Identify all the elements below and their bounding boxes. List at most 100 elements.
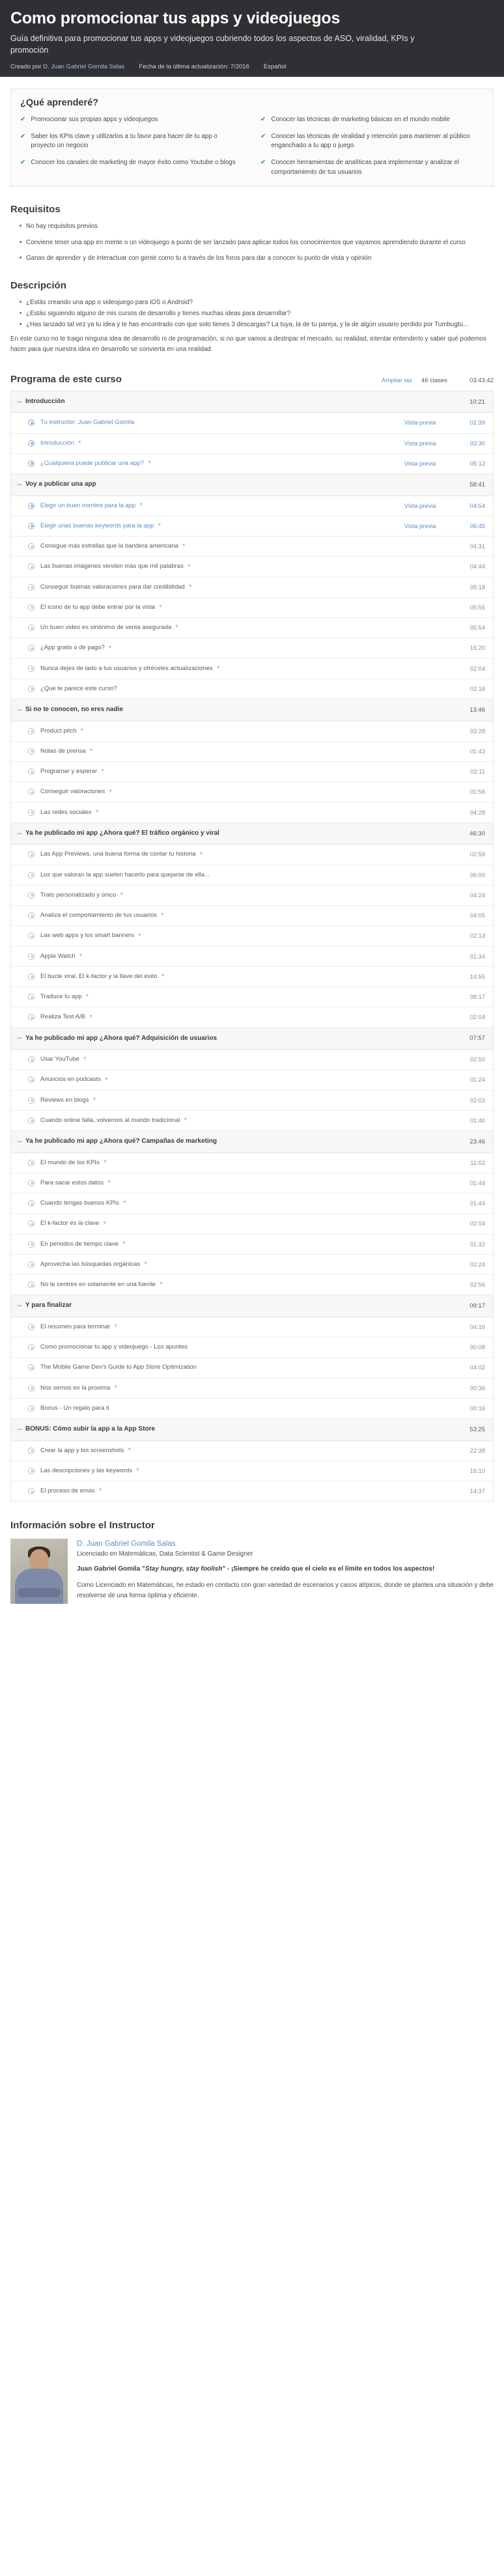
- curriculum-section-row[interactable]: – Ya he publicado mi app ¿Ahora qué? Camp…: [11, 1131, 493, 1153]
- preview-link[interactable]: Vista previa: [404, 419, 459, 426]
- chevron-down-icon[interactable]: ▼: [100, 768, 105, 775]
- play-circle-icon[interactable]: [28, 871, 35, 878]
- play-circle-icon[interactable]: [28, 1261, 35, 1268]
- play-circle-icon[interactable]: [28, 809, 35, 816]
- chevron-down-icon[interactable]: ▼: [98, 1487, 102, 1494]
- chevron-down-icon[interactable]: ▼: [92, 1097, 96, 1104]
- curriculum-lecture-row[interactable]: Trato personalizado y único ▼ 04:24: [11, 885, 493, 906]
- play-circle-icon[interactable]: [28, 1384, 35, 1392]
- curriculum-lecture-row[interactable]: Crear la app y los screenshots ▼ 22:38: [11, 1440, 493, 1461]
- curriculum-lecture-row[interactable]: Introducción ▼ Vista previa 03:30: [11, 433, 493, 454]
- chevron-down-icon[interactable]: ▼: [85, 993, 90, 1000]
- play-circle-icon[interactable]: [28, 1076, 35, 1084]
- play-circle-icon[interactable]: [28, 645, 35, 652]
- play-circle-icon[interactable]: [28, 1014, 35, 1021]
- chevron-down-icon[interactable]: ▼: [95, 809, 100, 816]
- curriculum-lecture-row[interactable]: ¿App gratis o de pago? ▼ 16:20: [11, 638, 493, 659]
- play-circle-icon[interactable]: [28, 665, 35, 672]
- play-circle-icon[interactable]: [28, 1179, 35, 1186]
- curriculum-lecture-row[interactable]: Anuncios en podcasts ▼ 01:24: [11, 1070, 493, 1091]
- chevron-down-icon[interactable]: ▼: [77, 440, 82, 447]
- curriculum-lecture-row[interactable]: Programar y esperar ▼ 02:11: [11, 762, 493, 783]
- play-circle-icon[interactable]: [28, 502, 35, 509]
- collapse-minus-icon[interactable]: –: [18, 1035, 25, 1042]
- chevron-down-icon[interactable]: ▼: [199, 851, 204, 858]
- curriculum-lecture-row[interactable]: El proceso de envio ▼ 14:37: [11, 1481, 493, 1502]
- chevron-down-icon[interactable]: ▼: [187, 563, 191, 570]
- chevron-down-icon[interactable]: ▼: [89, 748, 94, 755]
- play-circle-icon[interactable]: [28, 1220, 35, 1227]
- chevron-down-icon[interactable]: ▼: [108, 645, 113, 652]
- collapse-minus-icon[interactable]: –: [18, 481, 25, 488]
- chevron-down-icon[interactable]: ▼: [122, 1199, 127, 1207]
- play-circle-icon[interactable]: [28, 768, 35, 776]
- curriculum-lecture-row[interactable]: No te centres en solamente en una fuente…: [11, 1275, 493, 1296]
- play-circle-icon[interactable]: [28, 1447, 35, 1454]
- chevron-down-icon[interactable]: ▼: [157, 522, 161, 529]
- play-circle-icon[interactable]: [28, 912, 35, 919]
- curriculum-lecture-row[interactable]: Conseguir valoraciones ▼ 01:56: [11, 782, 493, 803]
- chevron-down-icon[interactable]: ▼: [79, 953, 83, 960]
- play-circle-icon[interactable]: [28, 1200, 35, 1207]
- play-circle-icon[interactable]: [28, 543, 35, 550]
- author-link[interactable]: D. Juan Gabriel Gomila Salas: [43, 63, 124, 70]
- play-circle-icon[interactable]: [28, 604, 35, 611]
- chevron-down-icon[interactable]: ▼: [147, 460, 152, 467]
- play-circle-icon[interactable]: [28, 440, 35, 447]
- collapse-minus-icon[interactable]: –: [18, 1302, 25, 1309]
- chevron-down-icon[interactable]: ▼: [139, 502, 143, 509]
- curriculum-lecture-row[interactable]: Usar YouTube ▼ 02:50: [11, 1050, 493, 1071]
- curriculum-lecture-row[interactable]: Las buenas imágenes venden más que mil p…: [11, 557, 493, 578]
- play-circle-icon[interactable]: [28, 1323, 35, 1330]
- curriculum-lecture-row[interactable]: Realiza Test A/B ▼ 02:04: [11, 1007, 493, 1028]
- collapse-minus-icon[interactable]: –: [18, 830, 25, 837]
- expand-all-link[interactable]: Ampliar las: [382, 377, 412, 384]
- collapse-minus-icon[interactable]: –: [18, 398, 25, 406]
- chevron-down-icon[interactable]: ▼: [79, 727, 84, 735]
- curriculum-lecture-row[interactable]: Como promocionar tu app y videojuego - L…: [11, 1337, 493, 1358]
- play-circle-icon[interactable]: [28, 583, 35, 591]
- play-circle-icon[interactable]: [28, 1056, 35, 1063]
- collapse-minus-icon[interactable]: –: [18, 1138, 25, 1145]
- chevron-down-icon[interactable]: ▼: [122, 1240, 126, 1248]
- play-circle-icon[interactable]: [28, 932, 35, 940]
- chevron-down-icon[interactable]: ▼: [102, 1220, 107, 1227]
- curriculum-lecture-row[interactable]: El k-factor es la clave ▼ 02:04: [11, 1214, 493, 1235]
- curriculum-lecture-row[interactable]: Conseguir buenas valoraciones para dar c…: [11, 577, 493, 598]
- collapse-minus-icon[interactable]: –: [18, 706, 25, 714]
- chevron-down-icon[interactable]: ▼: [161, 973, 165, 980]
- play-circle-icon[interactable]: [28, 419, 35, 427]
- curriculum-lecture-row[interactable]: Tu instructor: Juan Gabriel Gomila Vista …: [11, 413, 493, 434]
- curriculum-lecture-row[interactable]: Consigue más estrellas que la bandera am…: [11, 537, 493, 557]
- curriculum-lecture-row[interactable]: Para sacar estos datos ▼ 01:44: [11, 1173, 493, 1194]
- curriculum-lecture-row[interactable]: Elegir unas buenas keywords para la app ▼…: [11, 516, 493, 537]
- play-circle-icon[interactable]: [28, 748, 35, 755]
- chevron-down-icon[interactable]: ▼: [188, 583, 193, 591]
- play-circle-icon[interactable]: [28, 1405, 35, 1412]
- curriculum-lecture-row[interactable]: Nos vemos en la proxima ▼ 00:36: [11, 1378, 493, 1399]
- play-circle-icon[interactable]: [28, 1159, 35, 1166]
- chevron-down-icon[interactable]: ▼: [108, 789, 113, 796]
- play-circle-icon[interactable]: [28, 973, 35, 980]
- chevron-down-icon[interactable]: ▼: [182, 542, 186, 550]
- chevron-down-icon[interactable]: ▼: [103, 1159, 107, 1166]
- play-circle-icon[interactable]: [28, 727, 35, 735]
- curriculum-lecture-row[interactable]: Analiza el comportamiento de tus usuario…: [11, 906, 493, 927]
- chevron-down-icon[interactable]: ▼: [127, 1447, 132, 1454]
- play-circle-icon[interactable]: [28, 1488, 35, 1495]
- curriculum-lecture-row[interactable]: En periodos de tiempo clave ▼ 01:32: [11, 1234, 493, 1255]
- preview-link[interactable]: Vista previa: [404, 503, 459, 509]
- play-circle-icon[interactable]: [28, 1097, 35, 1104]
- play-circle-icon[interactable]: [28, 891, 35, 899]
- curriculum-lecture-row[interactable]: El resumen para terminar ▼ 04:16: [11, 1317, 493, 1338]
- curriculum-lecture-row[interactable]: Apple Watch ▼ 01:34: [11, 946, 493, 967]
- instructor-name-link[interactable]: D. Juan Gabriel Gomila Salas: [77, 1540, 494, 1548]
- curriculum-lecture-row[interactable]: Las redes sociales ▼ 04:28: [11, 802, 493, 823]
- curriculum-lecture-row[interactable]: Un buen video es sinónimo de venta asegu…: [11, 618, 493, 639]
- chevron-down-icon[interactable]: ▼: [104, 1076, 109, 1084]
- curriculum-lecture-row[interactable]: El icono de tu app debe entrar por la vi…: [11, 597, 493, 619]
- curriculum-lecture-row[interactable]: El mundo de los KPIs ▼ 11:02: [11, 1153, 493, 1173]
- play-circle-icon[interactable]: [28, 522, 35, 529]
- curriculum-section-row[interactable]: – Ya he publicado mi app ¿Ahora qué? Adqu…: [11, 1028, 493, 1050]
- curriculum-section-row[interactable]: – Y para finalizar 09:17: [11, 1295, 493, 1317]
